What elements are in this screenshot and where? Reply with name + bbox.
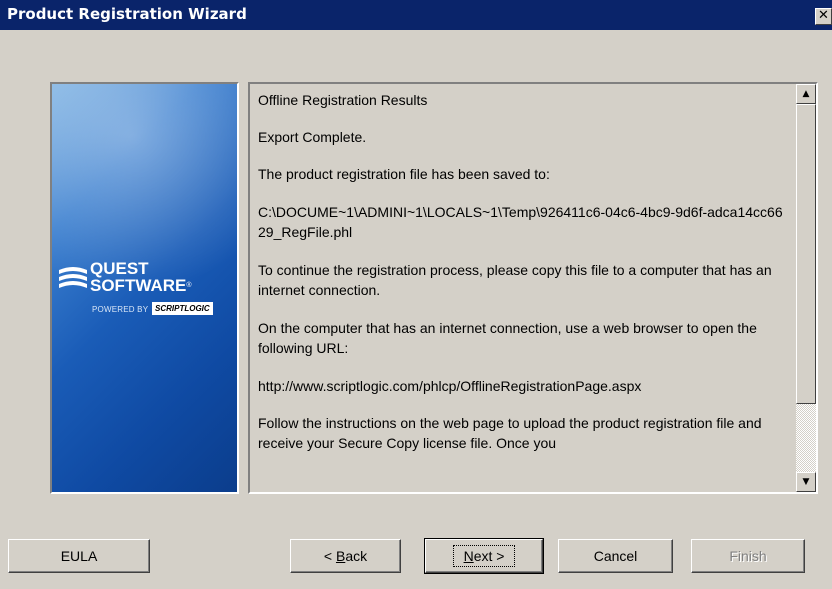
instructions-text: Follow the instructions on the web page … — [258, 415, 762, 451]
back-button[interactable]: < Back — [290, 539, 401, 573]
logo-software-text: SOFTWARE® — [90, 276, 192, 295]
quest-logo-icon — [59, 267, 87, 288]
logo-quest-text: QUEST — [90, 259, 149, 278]
brand-panel: QUEST SOFTWARE® POWERED BY SCRIPTLOGIC — [50, 82, 239, 494]
window-title: Product Registration Wizard — [7, 5, 247, 23]
export-status: Export Complete. — [258, 129, 367, 145]
vertical-scrollbar[interactable]: ▲ ▼ — [796, 84, 816, 492]
title-bar[interactable]: Product Registration Wizard ✕ — [0, 0, 832, 30]
eula-button[interactable]: EULA — [8, 539, 150, 573]
close-button[interactable]: ✕ — [815, 8, 832, 25]
results-heading: Offline Registration Results — [258, 92, 428, 108]
next-button-label: Next > — [452, 545, 516, 567]
cancel-button[interactable]: Cancel — [558, 539, 673, 573]
scroll-down-button[interactable]: ▼ — [796, 472, 816, 492]
cancel-button-label: Cancel — [593, 548, 638, 564]
finish-button-label: Finish — [729, 548, 767, 564]
scroll-track[interactable] — [796, 404, 816, 472]
continue-text: To continue the registration process, pl… — [258, 262, 772, 298]
scroll-thumb[interactable] — [796, 104, 816, 404]
registration-url: http://www.scriptlogic.com/phlcp/Offline… — [258, 378, 642, 394]
results-text-area[interactable]: Offline Registration Results Export Comp… — [248, 82, 818, 494]
eula-button-label: EULA — [60, 548, 98, 564]
browser-text: On the computer that has an internet con… — [258, 320, 757, 356]
next-button[interactable]: Next > — [424, 538, 544, 574]
back-button-label: < Back — [323, 548, 368, 564]
saved-label: The product registration file has been s… — [258, 166, 550, 182]
file-path: C:\DOCUME~1\ADMINI~1\LOCALS~1\Temp\92641… — [258, 204, 783, 240]
arrow-down-icon: ▼ — [802, 477, 810, 487]
close-icon: ✕ — [818, 8, 829, 23]
scriptlogic-logo: SCRIPTLOGIC — [152, 302, 213, 315]
arrow-up-icon: ▲ — [802, 89, 810, 99]
logo-powered-by: POWERED BY — [92, 305, 149, 314]
finish-button[interactable]: Finish — [691, 539, 805, 573]
scroll-up-button[interactable]: ▲ — [796, 84, 816, 104]
results-content: Offline Registration Results Export Comp… — [258, 90, 788, 471]
